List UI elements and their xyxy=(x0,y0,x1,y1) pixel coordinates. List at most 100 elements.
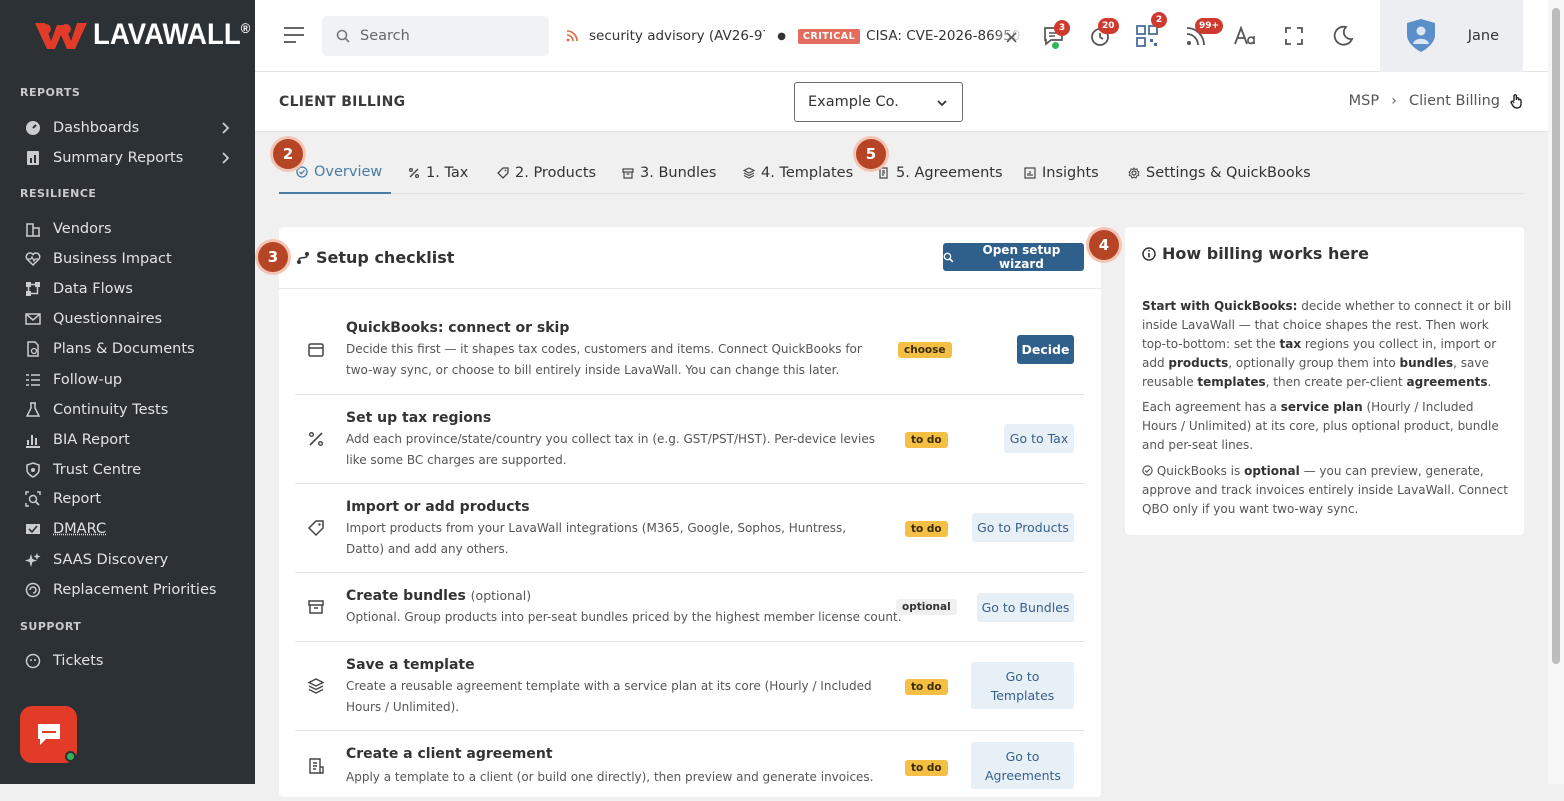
step-marker-5[interactable]: 5 xyxy=(856,139,886,169)
checklist-row-quickbooks: QuickBooks: connect or skip Decide this … xyxy=(295,305,1084,395)
setup-checklist-card: Setup checklist Open setup wizard QuickB… xyxy=(279,227,1101,797)
scrollbar-thumb[interactable] xyxy=(1552,8,1560,664)
open-setup-wizard-button[interactable]: Open setup wizard xyxy=(943,243,1084,271)
sidebar-item-label: Replacement Priorities xyxy=(53,582,217,598)
step-marker-4[interactable]: 4 xyxy=(1089,230,1119,260)
how-billing-works-title-text: How billing works here xyxy=(1162,244,1369,263)
client-select[interactable]: Example Co. xyxy=(794,82,963,122)
tab-label: 1. Tax xyxy=(426,164,469,181)
search-box[interactable] xyxy=(322,16,549,56)
decide-button[interactable]: Decide xyxy=(1017,335,1074,364)
sidebar-item-follow-up[interactable]: Follow-up xyxy=(0,366,255,394)
checklist-row-desc: Import products from your LavaWall integ… xyxy=(346,521,847,556)
ticker-item-advisory[interactable]: security advisory (AV26-971) xyxy=(589,28,765,44)
step-marker-2[interactable]: 2 xyxy=(273,139,303,169)
step-marker-3[interactable]: 3 xyxy=(258,242,288,272)
checklist-row-desc: Apply a template to a client (or build o… xyxy=(346,770,874,784)
avatar xyxy=(1407,19,1435,52)
brand-logo[interactable]: LAVAWALL® xyxy=(33,18,264,52)
shield-icon xyxy=(24,461,42,479)
fullscreen-button[interactable] xyxy=(1282,24,1306,48)
info-text: , then create per-client xyxy=(1265,375,1407,389)
sparkle-icon xyxy=(24,551,42,569)
tab-label: Overview xyxy=(314,164,383,180)
messages-button[interactable]: 3 xyxy=(1042,20,1070,49)
fullscreen-icon xyxy=(1285,27,1303,45)
sidebar-item-bia-report[interactable]: BIA Report xyxy=(0,426,255,454)
sidebar-item-data-flows[interactable]: Data Flows xyxy=(0,275,255,303)
sidebar-item-label: Trust Centre xyxy=(53,462,142,478)
page-title: CLIENT BILLING xyxy=(279,94,406,110)
sidebar-item-label: Data Flows xyxy=(53,281,133,297)
feeds-button[interactable]: 99+ xyxy=(1184,18,1224,48)
alerts-button[interactable]: 20 xyxy=(1088,18,1119,48)
user-menu[interactable]: Jane xyxy=(1380,0,1523,72)
how-billing-works-card: How billing works here Start with QuickB… xyxy=(1125,227,1524,535)
text-size-button[interactable] xyxy=(1233,24,1257,48)
sidebar-item-saas-discovery[interactable]: SAAS Discovery xyxy=(0,546,255,574)
sidebar-item-dmarc[interactable]: DMARC xyxy=(0,515,255,543)
checklist-row-desc: Add each province/state/country you coll… xyxy=(346,432,875,467)
document-icon xyxy=(24,340,42,358)
page-scrollbar[interactable] xyxy=(1548,0,1564,784)
tab-insights[interactable]: Insights xyxy=(1024,152,1099,193)
check-circle-icon xyxy=(1142,465,1153,476)
tab-tax[interactable]: 1. Tax xyxy=(408,152,468,193)
sidebar-item-summary-reports[interactable]: Summary Reports xyxy=(0,144,255,172)
info-paragraph-2: Each agreement has a service plan (Hourl… xyxy=(1142,398,1512,455)
breadcrumb-msp[interactable]: MSP xyxy=(1349,93,1379,109)
credit-card-icon xyxy=(308,343,324,357)
tab-bundles[interactable]: 3. Bundles xyxy=(622,152,716,193)
ticker-close-icon[interactable]: × xyxy=(1004,27,1019,48)
checklist-row-desc: Create a reusable agreement template wit… xyxy=(346,679,872,714)
checklist-row-title: Create bundles (optional) xyxy=(346,588,531,604)
info-strong: service plan xyxy=(1280,400,1363,414)
status-badge-todo: to do xyxy=(905,760,948,776)
news-ticker[interactable]: security advisory (AV26-971) ● CRITICAL … xyxy=(565,22,1025,50)
dark-mode-button[interactable] xyxy=(1331,24,1355,48)
go-to-agreements-button[interactable]: Go to Agreements xyxy=(971,742,1074,789)
brand-name: LAVAWALL® xyxy=(93,18,251,51)
tab-products[interactable]: 2. Products xyxy=(497,152,596,193)
sidebar-item-label: Follow-up xyxy=(53,372,123,388)
status-badge-optional: optional xyxy=(896,599,957,615)
info-strong: bundles xyxy=(1399,356,1454,370)
sidebar-item-trust-centre[interactable]: Trust Centre xyxy=(0,456,255,484)
tag-icon xyxy=(497,166,509,179)
go-to-bundles-button[interactable]: Go to Bundles xyxy=(977,593,1074,622)
breadcrumb-client-billing: Client Billing xyxy=(1408,93,1500,109)
sidebar-item-tickets[interactable]: Tickets xyxy=(0,647,255,675)
ticker-item-cve[interactable]: CISA: CVE-2026-86950: xyxy=(866,28,1025,44)
sidebar-item-report[interactable]: Report xyxy=(0,485,255,513)
sidebar-item-plans-documents[interactable]: Plans & Documents xyxy=(0,335,255,363)
checklist-row-title: Import or add products xyxy=(346,499,530,515)
status-badge-todo: to do xyxy=(905,521,948,537)
go-to-products-button[interactable]: Go to Products xyxy=(972,513,1074,542)
tab-templates[interactable]: 4. Templates xyxy=(743,152,853,193)
sidebar-item-business-impact[interactable]: Business Impact xyxy=(0,245,255,273)
tab-label: 2. Products xyxy=(515,164,597,181)
sidebar-item-vendors[interactable]: Vendors xyxy=(0,215,255,243)
sidebar-item-continuity-tests[interactable]: Continuity Tests xyxy=(0,396,255,424)
checklist-row-title: QuickBooks: connect or skip xyxy=(346,320,570,336)
checklist-row-desc: Optional. Group products into per-seat b… xyxy=(346,610,902,624)
checklist-row-templates: Save a template Create a reusable agreem… xyxy=(295,642,1084,731)
go-to-tax-button[interactable]: Go to Tax xyxy=(1004,424,1074,453)
lavawall-logo-icon xyxy=(35,23,87,49)
search-input[interactable] xyxy=(360,28,520,44)
sidebar-item-dashboards[interactable]: Dashboards xyxy=(0,114,255,142)
sidebar-item-replacement-priorities[interactable]: Replacement Priorities xyxy=(0,576,255,604)
percent-icon xyxy=(309,432,323,446)
status-badge-todo: to do xyxy=(905,432,948,448)
heart-pulse-icon xyxy=(24,250,42,268)
section-resilience: RESILIENCE xyxy=(20,187,97,200)
sidebar-item-questionnaires[interactable]: Questionnaires xyxy=(0,305,255,333)
qr-scan-button[interactable]: 2 xyxy=(1135,12,1167,48)
go-to-templates-button[interactable]: Go to Templates xyxy=(971,662,1074,709)
tab-agreements[interactable]: 5. Agreements xyxy=(878,152,1003,193)
chevron-right-icon xyxy=(222,122,230,134)
menu-toggle-icon[interactable] xyxy=(283,25,305,45)
tab-settings-quickbooks[interactable]: Settings & QuickBooks xyxy=(1128,152,1311,193)
envelope-icon xyxy=(24,310,42,328)
flask-icon xyxy=(24,401,42,419)
